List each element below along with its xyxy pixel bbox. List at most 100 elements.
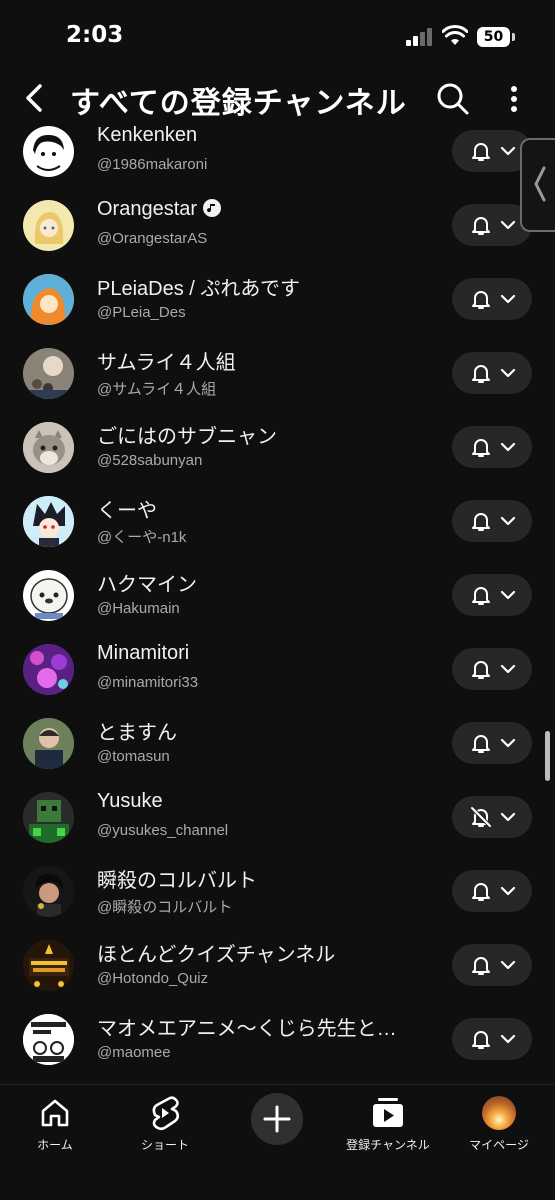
create-button[interactable]: [251, 1093, 303, 1145]
notification-button[interactable]: [452, 426, 532, 468]
bell-icon: [472, 291, 490, 309]
channel-name: Minamitori: [97, 642, 190, 664]
channel-handle: @OrangestarAS: [97, 230, 208, 247]
bell-icon: [472, 143, 490, 161]
subscriptions-icon: [373, 1098, 403, 1127]
channel-avatar: [23, 422, 74, 473]
bottom-nav: ホーム ショート 登録チャンネル マイページ: [0, 1084, 555, 1200]
chevron-down-icon: [500, 294, 516, 304]
channel-avatar: [23, 718, 74, 769]
bell-icon: [472, 587, 490, 605]
bell-icon: [472, 735, 490, 753]
channel-row[interactable]: Yusuke @yusukes_channel: [0, 782, 555, 856]
channel-row[interactable]: とますん @tomasun: [0, 708, 555, 782]
status-bar: 2:03 50: [0, 0, 555, 70]
channel-avatar: [23, 570, 74, 621]
channel-avatar: [23, 496, 74, 547]
wifi-icon: [442, 25, 468, 45]
channel-row[interactable]: Minamitori @minamitori33: [0, 634, 555, 708]
scrollbar[interactable]: [545, 731, 550, 781]
chevron-down-icon: [500, 738, 516, 748]
channel-row[interactable]: PLeiaDes / ぷれあです @PLeia_Des: [0, 264, 555, 338]
chevron-down-icon: [500, 590, 516, 600]
channel-list: Kenkenken @1986makaroni Orangestar @Oran…: [0, 118, 555, 1084]
notification-button[interactable]: [452, 648, 532, 690]
bell-icon: [472, 365, 490, 383]
chevron-down-icon: [500, 516, 516, 526]
nav-shorts[interactable]: ショート: [110, 1093, 220, 1153]
chevron-down-icon: [500, 442, 516, 452]
notification-button[interactable]: [452, 944, 532, 986]
channel-row[interactable]: マオメエアニメ〜くじら先生と… @maomee: [0, 1004, 555, 1078]
plus-icon: [263, 1105, 291, 1133]
chevron-down-icon: [500, 886, 516, 896]
channel-handle: @くーや-n1k: [97, 529, 187, 546]
notification-button[interactable]: [452, 574, 532, 616]
bell-icon: [472, 1031, 490, 1049]
notification-button[interactable]: [452, 722, 532, 764]
channel-avatar: [23, 126, 74, 177]
channel-row[interactable]: ほとんどクイズチャンネル @Hotondo_Quiz: [0, 930, 555, 1004]
chevron-down-icon: [500, 1034, 516, 1044]
channel-name: ハクマイン: [97, 574, 197, 596]
channel-name: ごにはのサブニャン: [97, 426, 277, 448]
nav-home-label: ホーム: [37, 1138, 73, 1152]
channel-handle: @528sabunyan: [97, 452, 203, 469]
back-arrow-icon[interactable]: [18, 80, 50, 116]
nav-subscriptions[interactable]: 登録チャンネル: [333, 1093, 443, 1153]
channel-name: サムライ４人組: [97, 352, 236, 374]
channel-name: Orangestar: [97, 198, 222, 221]
bell-icon: [472, 883, 490, 901]
notification-button[interactable]: [452, 352, 532, 394]
more-vert-icon[interactable]: [506, 82, 522, 116]
battery-level: 50: [477, 27, 510, 47]
nav-subscriptions-label: 登録チャンネル: [346, 1138, 430, 1152]
side-panel-handle[interactable]: [520, 138, 555, 232]
channel-row[interactable]: くーや @くーや-n1k: [0, 486, 555, 560]
shorts-icon: [152, 1096, 180, 1131]
channel-handle: @Hotondo_Quiz: [97, 970, 209, 987]
notification-button[interactable]: [452, 796, 532, 838]
channel-avatar: [23, 200, 74, 251]
notification-button[interactable]: [452, 500, 532, 542]
channel-handle: @maomee: [97, 1044, 171, 1061]
chevron-down-icon: [500, 146, 516, 156]
channel-name: マオメエアニメ〜くじら先生と…: [97, 1018, 397, 1040]
channel-name: PLeiaDes / ぷれあです: [97, 278, 300, 300]
channel-row[interactable]: サムライ４人組 @サムライ４人組: [0, 338, 555, 412]
channel-avatar: [23, 348, 74, 399]
notification-button[interactable]: [452, 870, 532, 912]
chevron-down-icon: [500, 368, 516, 378]
channel-handle: @瞬殺のコルバルト: [97, 899, 233, 916]
page-title: すべての登録チャンネル: [70, 86, 407, 121]
channel-row[interactable]: Orangestar @OrangestarAS: [0, 190, 555, 264]
channel-row[interactable]: Kenkenken @1986makaroni: [0, 118, 555, 190]
nav-shorts-label: ショート: [140, 1138, 189, 1152]
chevron-left-icon: [534, 166, 546, 202]
channel-row[interactable]: ハクマイン @Hakumain: [0, 560, 555, 634]
channel-row[interactable]: 瞬殺のコルバルト @瞬殺のコルバルト: [0, 856, 555, 930]
channel-name: くーや: [97, 500, 157, 522]
verified-music-icon: [203, 199, 222, 217]
bell-icon: [472, 957, 490, 975]
search-icon[interactable]: [434, 80, 472, 118]
bell-icon: [472, 439, 490, 457]
status-time: 2:03: [66, 22, 124, 48]
channel-handle: @Hakumain: [97, 600, 180, 617]
channel-name: Kenkenken: [97, 124, 198, 146]
channel-avatar: [23, 866, 74, 917]
channel-name: 瞬殺のコルバルト: [97, 870, 257, 892]
channel-handle: @サムライ４人組: [97, 381, 217, 398]
notification-button[interactable]: [452, 278, 532, 320]
channel-avatar: [23, 644, 74, 695]
notification-button[interactable]: [452, 1018, 532, 1060]
chevron-down-icon: [500, 664, 516, 674]
channel-avatar: [23, 274, 74, 325]
channel-handle: @minamitori33: [97, 674, 199, 691]
nav-home[interactable]: ホーム: [0, 1093, 110, 1153]
nav-mypage[interactable]: マイページ: [444, 1093, 554, 1153]
channel-handle: @yusukes_channel: [97, 822, 229, 839]
bell-icon: [472, 513, 490, 531]
channel-row[interactable]: ごにはのサブニャン @528sabunyan: [0, 412, 555, 486]
channel-avatar: [23, 1014, 74, 1065]
